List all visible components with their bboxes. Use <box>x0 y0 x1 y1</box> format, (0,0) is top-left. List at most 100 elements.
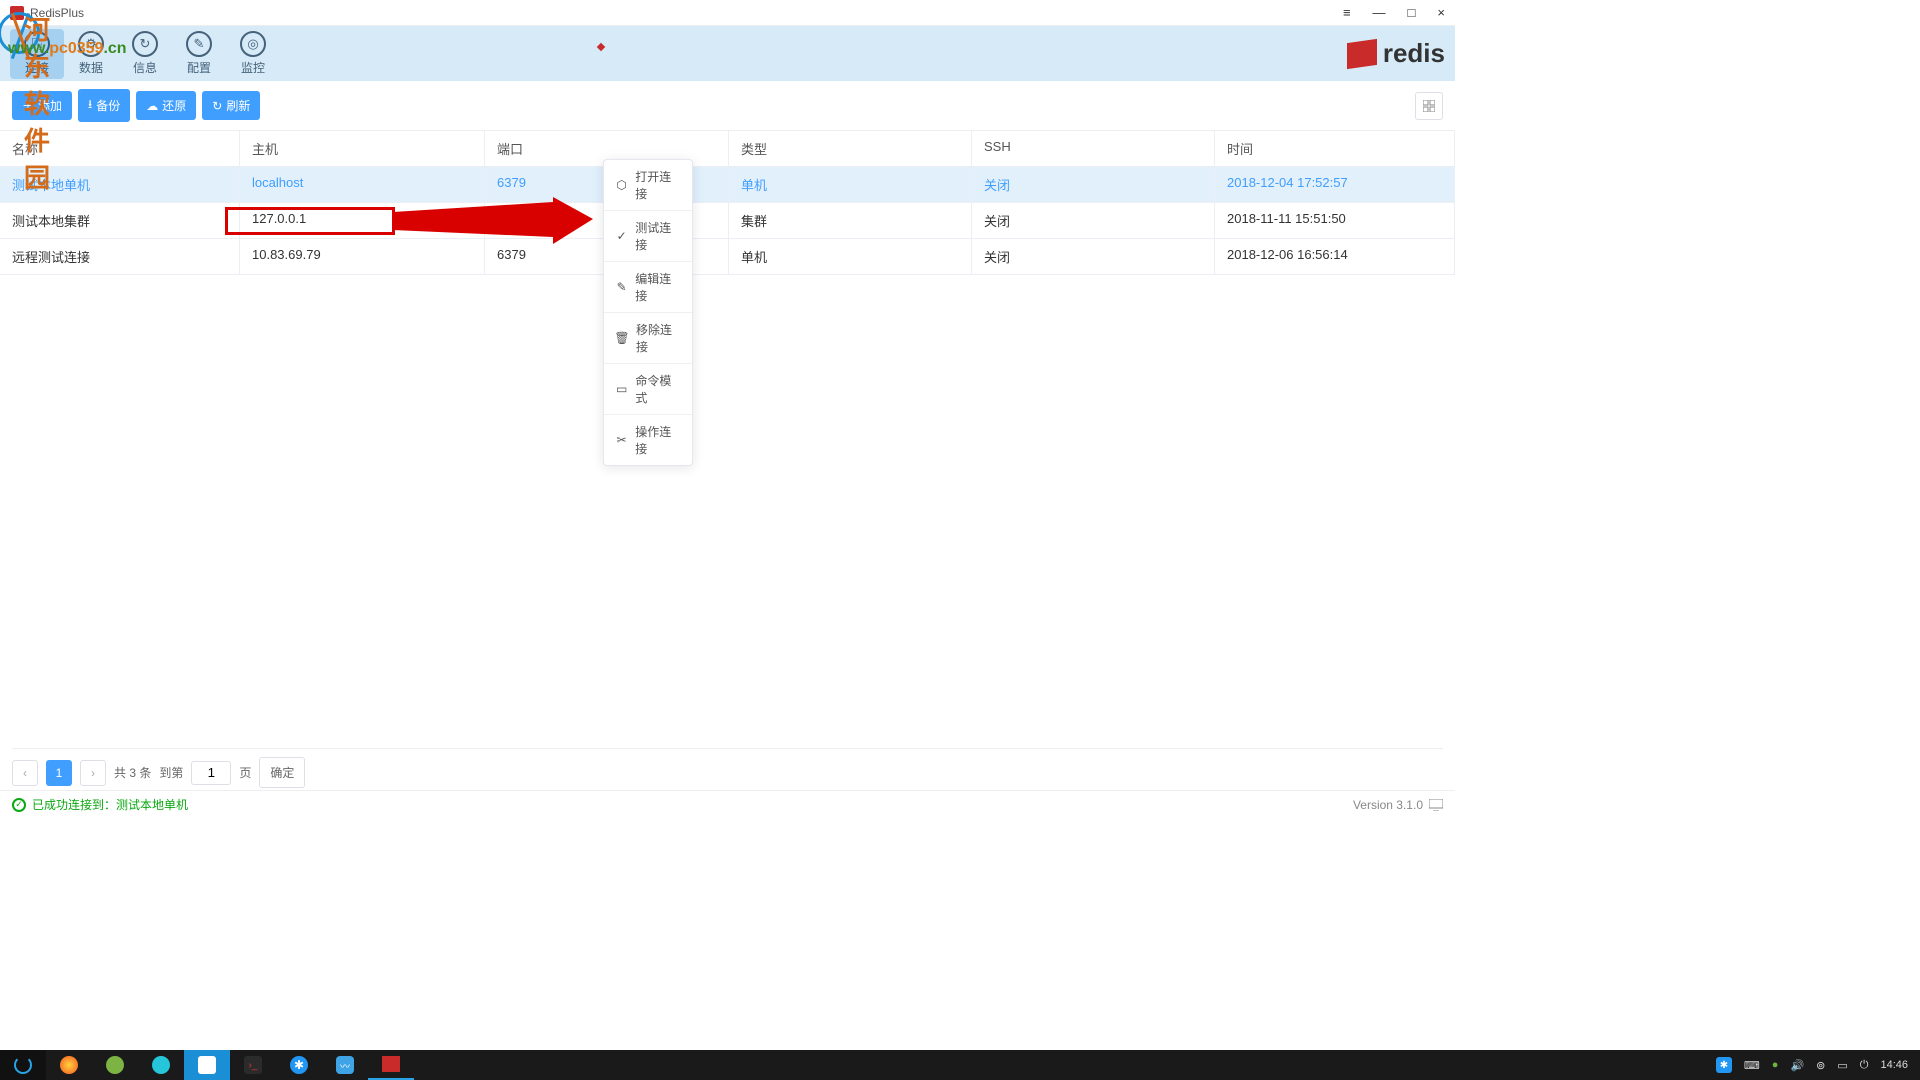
taskbar-app3[interactable] <box>184 1050 230 1080</box>
refresh-button[interactable]: ↻刷新 <box>202 91 260 120</box>
menu-operate-connection[interactable]: ✂操作连接 <box>604 414 692 465</box>
tray-star-icon[interactable]: ✱ <box>1716 1057 1732 1073</box>
total-text: 共 3 条 <box>114 764 151 781</box>
refresh-label: 刷新 <box>226 97 250 114</box>
header-ssh[interactable]: SSH <box>972 131 1215 166</box>
page-number[interactable]: 1 <box>46 760 72 786</box>
menu-label: 操作连接 <box>635 423 680 457</box>
tray-clock[interactable]: 14:46 <box>1880 1059 1908 1071</box>
version-text: Version 3.1.0 <box>1353 798 1443 812</box>
maximize-icon[interactable]: □ <box>1408 5 1416 20</box>
taskbar-terminal[interactable]: ›_ <box>230 1050 276 1080</box>
tray-volume-icon[interactable]: 🔊 <box>1790 1059 1804 1072</box>
page-input[interactable] <box>191 761 231 785</box>
desktop-background <box>1455 0 1920 790</box>
tray-keyboard-icon[interactable]: ⌨ <box>1744 1059 1760 1072</box>
tray-wifi-icon[interactable]: ⊚ <box>1816 1059 1825 1072</box>
taskbar-app5[interactable]: 〰 <box>322 1050 368 1080</box>
toolbar-data-label: 数据 <box>79 59 103 76</box>
monitor-small-icon <box>1429 799 1443 811</box>
app-icon <box>10 6 24 20</box>
star-icon: ✱ <box>290 1056 308 1074</box>
add-button[interactable]: ＋添加 <box>12 91 72 120</box>
next-page-button[interactable]: › <box>80 760 106 786</box>
tray-power-icon[interactable]: ⏻ <box>1860 1059 1869 1072</box>
cell-type: 集群 <box>729 203 972 238</box>
monitor-icon: ◎ <box>240 31 266 57</box>
green-icon <box>106 1056 124 1074</box>
notification-dot <box>597 43 605 51</box>
data-icon: ⚙ <box>78 31 104 57</box>
system-tray: ✱ ⌨ ● 🔊 ⊚ ▭ ⏻ 14:46 <box>1716 1057 1920 1073</box>
cell-type: 单机 <box>729 239 972 274</box>
toolbar-connect[interactable]: ⎘ 连接 <box>10 29 64 79</box>
menu-remove-connection[interactable]: 🗑 移除连接 <box>604 312 692 363</box>
menu-edit-connection[interactable]: ✎编辑连接 <box>604 261 692 312</box>
download-icon: ⭳ <box>88 95 92 116</box>
toolbar-monitor[interactable]: ◎ 监控 <box>226 29 280 79</box>
menu-label: 移除连接 <box>636 321 680 355</box>
status-text: 已成功连接到：测试本地单机 <box>32 796 188 813</box>
prev-page-button[interactable]: ‹ <box>12 760 38 786</box>
header-time[interactable]: 时间 <box>1215 131 1455 166</box>
cell-time: 2018-12-04 17:52:57 <box>1215 167 1455 202</box>
redis-logo: redis <box>1347 38 1445 69</box>
cell-host: 127.0.0.1 <box>240 203 485 238</box>
menu-test-connection[interactable]: ✓ 测试连接 <box>604 210 692 261</box>
header-host[interactable]: 主机 <box>240 131 485 166</box>
toolbar-info-label: 信息 <box>133 59 157 76</box>
tray-wechat-icon[interactable]: ● <box>1772 1059 1779 1071</box>
cell-type: 单机 <box>729 167 972 202</box>
restore-button[interactable]: ☁还原 <box>136 91 196 120</box>
deepin-icon <box>14 1056 32 1074</box>
goto-confirm-button[interactable]: 确定 <box>259 757 305 788</box>
pencil-icon: ✎ <box>616 280 627 294</box>
menu-label: 打开连接 <box>635 168 680 202</box>
toolbar-monitor-label: 监控 <box>241 59 265 76</box>
menu-label: 命令模式 <box>635 372 680 406</box>
menu-command-mode[interactable]: ▭命令模式 <box>604 363 692 414</box>
toolbar-config-label: 配置 <box>187 59 211 76</box>
header-type[interactable]: 类型 <box>729 131 972 166</box>
trash-icon: 🗑 <box>616 331 628 345</box>
config-icon: ✎ <box>186 31 212 57</box>
os-taskbar: ›_ ✱ 〰 ✱ ⌨ ● 🔊 ⊚ ▭ ⏻ 14:46 <box>0 1050 1920 1080</box>
grid-icon <box>1423 100 1435 112</box>
table-row[interactable]: 测试本地单机 localhost 6379 单机 关闭 2018-12-04 1… <box>0 167 1455 203</box>
cloud-icon: ☁ <box>146 99 158 113</box>
grid-toggle-button[interactable] <box>1415 92 1443 120</box>
toolbar-config[interactable]: ✎ 配置 <box>172 29 226 79</box>
taskbar-app4[interactable]: ✱ <box>276 1050 322 1080</box>
titlebar: RedisPlus ≡ — □ × <box>0 0 1455 26</box>
firefox-icon <box>60 1056 78 1074</box>
cell-ssh: 关闭 <box>972 239 1215 274</box>
taskbar-redisplus[interactable] <box>368 1050 414 1080</box>
menu-label: 测试连接 <box>635 219 680 253</box>
cell-name: 远程测试连接 <box>0 239 240 274</box>
toolbar-data[interactable]: ⚙ 数据 <box>64 29 118 79</box>
page-text: 页 <box>239 764 251 781</box>
table-row[interactable]: 远程测试连接 10.83.69.79 6379 单机 关闭 2018-12-06… <box>0 239 1455 275</box>
action-bar: ＋添加 ⭳备份 ☁还原 ↻刷新 <box>0 81 1455 131</box>
toolbar-info[interactable]: ↻ 信息 <box>118 29 172 79</box>
redis-logo-text: redis <box>1383 38 1445 69</box>
taskbar-app1[interactable] <box>92 1050 138 1080</box>
tray-battery-icon[interactable]: ▭ <box>1837 1059 1847 1072</box>
taskbar-firefox[interactable] <box>46 1050 92 1080</box>
start-button[interactable] <box>0 1050 46 1080</box>
table-row[interactable]: 测试本地集群 127.0.0.1 7001 集群 关闭 2018-11-11 1… <box>0 203 1455 239</box>
cell-name: 测试本地单机 <box>0 167 240 202</box>
close-icon[interactable]: × <box>1437 5 1445 20</box>
taskbar-app2[interactable] <box>138 1050 184 1080</box>
table-header: 名称 主机 端口 类型 SSH 时间 <box>0 131 1455 167</box>
menu-icon[interactable]: ≡ <box>1343 5 1351 20</box>
backup-button[interactable]: ⭳备份 <box>78 89 130 122</box>
cell-time: 2018-12-06 16:56:14 <box>1215 239 1455 274</box>
minimize-icon[interactable]: — <box>1373 5 1386 20</box>
toolbar-connect-label: 连接 <box>25 59 49 76</box>
redis-cube-icon <box>1347 38 1377 68</box>
menu-open-connection[interactable]: ⬡打开连接 <box>604 160 692 210</box>
check-icon: ✓ <box>616 229 627 243</box>
header-name[interactable]: 名称 <box>0 131 240 166</box>
cell-host: 10.83.69.79 <box>240 239 485 274</box>
